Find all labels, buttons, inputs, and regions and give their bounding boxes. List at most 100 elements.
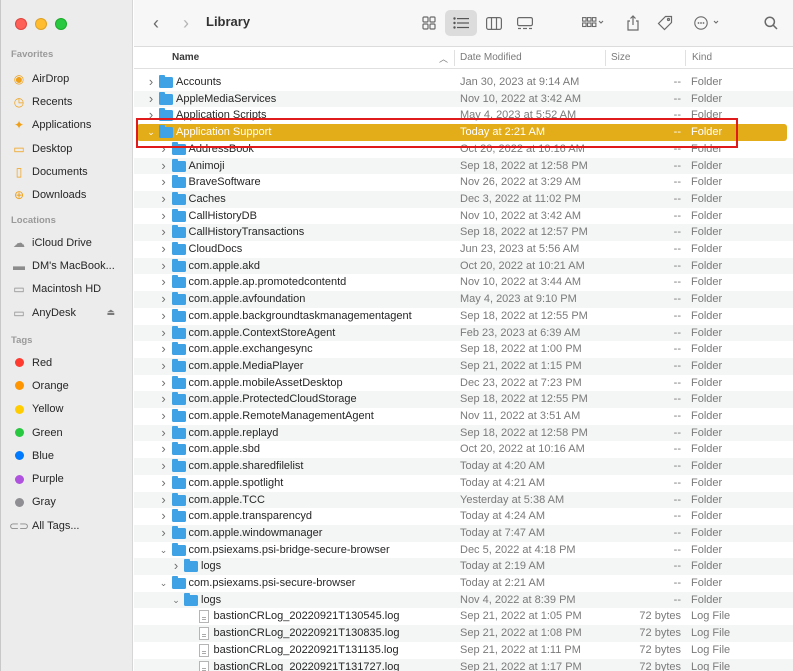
disclosure-collapsed-icon[interactable]: ›	[159, 191, 169, 208]
folder-row[interactable]: ⌄ com.psiexams.psi-secure-browser Today at…	[134, 575, 793, 592]
file-row[interactable]: bastionCRLog_20220921T130835.log Sep 21, …	[134, 625, 793, 642]
disclosure-expanded-icon[interactable]: ⌄	[146, 124, 156, 141]
disclosure-collapsed-icon[interactable]: ›	[159, 158, 169, 175]
folder-row[interactable]: › logs Today at 2:19 AM -- Folder	[134, 558, 793, 575]
folder-row[interactable]: ⌄ com.psiexams.psi-bridge-secure-browser D…	[134, 542, 793, 559]
disclosure-collapsed-icon[interactable]: ›	[159, 291, 169, 308]
folder-row[interactable]: › com.apple.TCC Yesterday at 5:38 AM -- Fold…	[134, 491, 793, 509]
folder-row[interactable]: › com.apple.exchangesync Sep 18, 2022 at 1…	[134, 341, 793, 358]
disclosure-collapsed-icon[interactable]: ›	[159, 508, 169, 525]
search-button[interactable]	[760, 10, 782, 36]
folder-row[interactable]: › com.apple.ap.promotedcontentd Nov 10, 20…	[134, 274, 793, 291]
folder-row[interactable]: › com.apple.windowmanager Today at 7:47 AM…	[134, 524, 793, 542]
folder-row[interactable]: › com.apple.replayd Sep 18, 2022 at 12:58 …	[134, 424, 793, 442]
sidebar-item-tag-blue[interactable]: Blue	[1, 444, 133, 467]
folder-row[interactable]: ⌄ Application Support Today at 2:21 AM -- Fo…	[137, 124, 787, 141]
folder-row[interactable]: › Animoji Sep 18, 2022 at 12:58 PM -- Folder	[134, 157, 793, 175]
folder-row[interactable]: › com.apple.backgroundtaskmanagementagent…	[134, 308, 793, 325]
sidebar-item-icloud-drive[interactable]: ☁ iCloud Drive	[1, 231, 133, 254]
sidebar-item-tag-orange[interactable]: Orange	[1, 374, 133, 397]
disclosure-collapsed-icon[interactable]: ›	[159, 341, 169, 358]
sidebar-item-documents[interactable]: ▯ Documents	[1, 160, 133, 183]
back-button[interactable]: ‹	[146, 10, 166, 36]
share-button[interactable]	[622, 10, 644, 36]
sidebar-item-downloads[interactable]: ⊕ Downloads	[1, 183, 133, 206]
sidebar-item-desktop[interactable]: ▭ Desktop	[1, 137, 133, 160]
folder-row[interactable]: › com.apple.spotlight Today at 4:21 AM -- Fo…	[134, 475, 793, 492]
folder-row[interactable]: › BraveSoftware Nov 26, 2022 at 3:29 AM -- F…	[134, 174, 793, 191]
folder-row[interactable]: › AppleMediaServices Nov 10, 2022 at 3:42 …	[134, 90, 793, 108]
icon-view-button[interactable]	[416, 10, 442, 36]
file-row[interactable]: bastionCRLog_20220921T131727.log Sep 21, …	[134, 658, 793, 671]
sort-ascending-icon[interactable]: ︿	[439, 52, 448, 65]
folder-row[interactable]: › com.apple.avfoundation May 4, 2023 at 9:…	[134, 291, 793, 308]
folder-row[interactable]: › com.apple.transparencyd Today at 4:24 AM…	[134, 508, 793, 525]
disclosure-collapsed-icon[interactable]: ›	[159, 492, 169, 509]
eject-icon[interactable]: ⏏	[106, 307, 115, 318]
disclosure-collapsed-icon[interactable]: ›	[146, 74, 156, 91]
folder-row[interactable]: › com.apple.MediaPlayer Sep 21, 2022 at 1:…	[134, 357, 793, 375]
folder-row[interactable]: › com.apple.ContextStoreAgent Feb 23, 2023…	[134, 324, 793, 342]
folder-row[interactable]: › com.apple.ProtectedCloudStorage Sep 18, …	[134, 391, 793, 408]
file-row[interactable]: bastionCRLog_20220921T130545.log Sep 21, …	[134, 608, 793, 625]
folder-row[interactable]: › Application Scripts May 4, 2023 at 5:52 …	[134, 107, 793, 124]
disclosure-collapsed-icon[interactable]: ›	[159, 258, 169, 275]
disclosure-collapsed-icon[interactable]: ›	[159, 274, 169, 291]
column-view-button[interactable]	[481, 10, 507, 36]
folder-row[interactable]: › Accounts Jan 30, 2023 at 9:14 AM -- Folder	[134, 74, 793, 91]
sidebar-item-airdrop[interactable]: ◉ AirDrop	[1, 67, 133, 90]
disclosure-expanded-icon[interactable]: ⌄	[159, 575, 169, 592]
folder-row[interactable]: › com.apple.RemoteManagementAgent Nov 11, …	[134, 408, 793, 425]
disclosure-collapsed-icon[interactable]: ›	[146, 107, 156, 124]
folder-row[interactable]: › com.apple.akd Oct 20, 2022 at 10:21 AM --…	[134, 257, 793, 275]
sidebar-item-macbook[interactable]: ▬ DM's MacBook...	[1, 254, 133, 277]
group-button[interactable]	[576, 10, 610, 36]
disclosure-collapsed-icon[interactable]: ›	[159, 391, 169, 408]
folder-row[interactable]: › Caches Dec 3, 2022 at 11:02 PM -- Folder	[134, 190, 793, 208]
disclosure-collapsed-icon[interactable]: ›	[159, 425, 169, 442]
disclosure-collapsed-icon[interactable]: ›	[159, 325, 169, 342]
sidebar-item-tag-purple[interactable]: Purple	[1, 467, 133, 490]
file-row[interactable]: bastionCRLog_20220921T131135.log Sep 21, …	[134, 642, 793, 659]
close-window-button[interactable]	[15, 18, 27, 30]
folder-row[interactable]: › AddressBook Oct 20, 2022 at 10:16 AM -- Fo…	[134, 141, 793, 158]
disclosure-collapsed-icon[interactable]: ›	[171, 558, 181, 575]
gallery-view-button[interactable]	[512, 10, 538, 36]
list-view-button[interactable]	[445, 10, 477, 36]
disclosure-collapsed-icon[interactable]: ›	[159, 408, 169, 425]
folder-row[interactable]: › CallHistoryTransactions Sep 18, 2022 at …	[134, 224, 793, 241]
minimize-window-button[interactable]	[35, 18, 47, 30]
folder-row[interactable]: › CloudDocs Jun 23, 2023 at 5:56 AM -- Folde…	[134, 241, 793, 258]
folder-row[interactable]: › com.apple.sbd Oct 20, 2022 at 10:16 AM --…	[134, 441, 793, 458]
sidebar-item-tag-yellow[interactable]: Yellow	[1, 398, 133, 421]
sidebar-item-recents[interactable]: ◷ Recents	[1, 90, 133, 113]
sidebar-item-anydesk[interactable]: ▭ AnyDesk ⏏	[1, 301, 133, 324]
folder-row[interactable]: › CallHistoryDB Nov 10, 2022 at 3:42 AM -- F…	[134, 208, 793, 225]
disclosure-expanded-icon[interactable]: ⌄	[171, 592, 181, 609]
size-column-header[interactable]: Size	[611, 52, 630, 63]
folder-row[interactable]: ⌄ logs Nov 4, 2022 at 8:39 PM -- Folder	[134, 591, 793, 609]
more-actions-button[interactable]	[690, 10, 724, 36]
disclosure-collapsed-icon[interactable]: ›	[159, 525, 169, 542]
disclosure-collapsed-icon[interactable]: ›	[159, 441, 169, 458]
sidebar-item-all-tags[interactable]: ⊂⊃ All Tags...	[1, 514, 133, 537]
sidebar-item-tag-green[interactable]: Green	[1, 421, 133, 444]
disclosure-expanded-icon[interactable]: ⌄	[159, 542, 169, 559]
disclosure-collapsed-icon[interactable]: ›	[159, 208, 169, 225]
disclosure-collapsed-icon[interactable]: ›	[159, 174, 169, 191]
disclosure-collapsed-icon[interactable]: ›	[159, 458, 169, 475]
forward-button[interactable]: ›	[176, 10, 196, 36]
disclosure-collapsed-icon[interactable]: ›	[159, 375, 169, 392]
kind-column-header[interactable]: Kind	[692, 52, 712, 63]
sidebar-item-macintosh-hd[interactable]: ▭ Macintosh HD	[1, 278, 133, 301]
zoom-window-button[interactable]	[55, 18, 67, 30]
disclosure-collapsed-icon[interactable]: ›	[159, 224, 169, 241]
disclosure-collapsed-icon[interactable]: ›	[159, 475, 169, 492]
date-column-header[interactable]: Date Modified	[460, 52, 522, 63]
tag-button[interactable]	[654, 10, 676, 36]
sidebar-item-tag-red[interactable]: Red	[1, 351, 133, 374]
folder-row[interactable]: › com.apple.mobileAssetDesktop Dec 23, 202…	[134, 375, 793, 392]
sidebar-item-applications[interactable]: ✦ Applications	[1, 114, 133, 137]
folder-row[interactable]: › com.apple.sharedfilelist Today at 4:20 A…	[134, 458, 793, 475]
sidebar-item-tag-gray[interactable]: Gray	[1, 491, 133, 514]
